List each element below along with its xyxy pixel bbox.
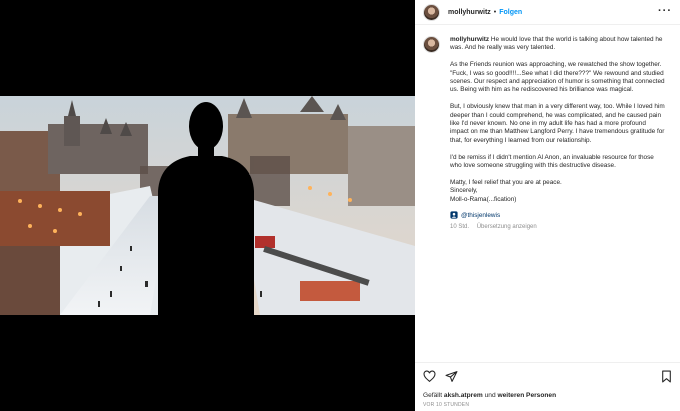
- caption-paragraph: Matty, I feel relief that you are at pea…: [450, 178, 562, 186]
- post-caption: mollyhurwitz He would love that the worl…: [423, 36, 673, 230]
- post-details-panel: mollyhurwitz • Folgen ··· mollyhurwitz H…: [415, 0, 680, 411]
- winter-city-image: [0, 96, 415, 315]
- likes-others-link[interactable]: weiteren Personen: [497, 392, 556, 399]
- post-photo[interactable]: [0, 96, 415, 315]
- caption-meta: 10 Std. Übersetzung anzeigen: [450, 224, 673, 230]
- caption-username[interactable]: mollyhurwitz: [450, 36, 489, 43]
- bookmark-icon[interactable]: [660, 370, 673, 383]
- more-options-icon[interactable]: ···: [658, 6, 672, 17]
- caption-paragraph: As the Friends reunion was approaching, …: [450, 61, 665, 94]
- caption-author-avatar[interactable]: [423, 36, 440, 53]
- author-username[interactable]: mollyhurwitz: [448, 9, 491, 16]
- caption-body: mollyhurwitz He would love that the worl…: [450, 36, 665, 212]
- follow-button[interactable]: Folgen: [499, 9, 522, 16]
- caption-age: 10 Std.: [450, 224, 470, 231]
- caption-paragraph: mollyhurwitz He would love that the worl…: [450, 36, 665, 53]
- translate-link[interactable]: Übersetzung anzeigen: [477, 224, 537, 230]
- caption-signoff: Sincerely,: [450, 187, 478, 195]
- send-icon[interactable]: [445, 370, 458, 383]
- post-media[interactable]: [0, 0, 415, 411]
- liked-by-user[interactable]: aksh.atprem: [444, 392, 483, 399]
- caption-paragraph: But, I obviously knew that man in a very…: [450, 103, 665, 144]
- action-bar: [415, 362, 680, 390]
- person-tag-icon: [450, 211, 458, 220]
- heart-icon[interactable]: [423, 370, 436, 383]
- post-timestamp[interactable]: VOR 10 STUNDEN: [423, 402, 469, 408]
- post-header: mollyhurwitz • Folgen ···: [415, 0, 680, 25]
- header-separator: •: [493, 8, 497, 16]
- likes-conjunction: und: [484, 392, 496, 399]
- likes-prefix: Gefällt: [423, 392, 443, 399]
- caption-signature: Moll-o-Rama(...fication): [450, 195, 517, 203]
- author-avatar[interactable]: [423, 3, 440, 21]
- caption-paragraph: I'd be remiss if I didn't mention Al Ano…: [450, 153, 654, 170]
- likes-summary: Gefällt aksh.atprem und weiteren Persone…: [423, 392, 556, 399]
- tagged-username-link[interactable]: @thisjenlewis: [461, 212, 500, 219]
- tagged-user[interactable]: @thisjenlewis: [450, 211, 673, 220]
